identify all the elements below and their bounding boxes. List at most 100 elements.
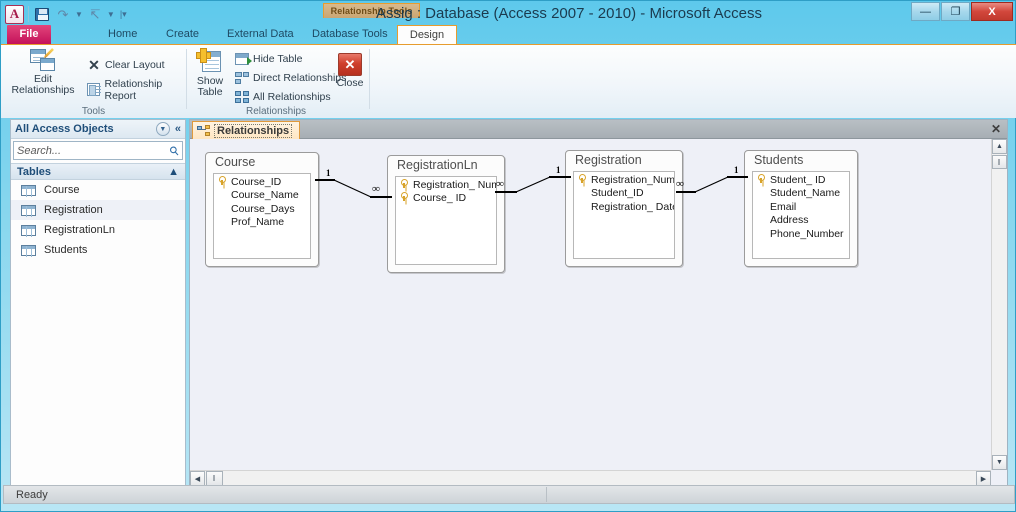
ribbon-group-tools-label: Tools: [81, 106, 106, 117]
scrollbar-corner: [991, 470, 1007, 486]
ribbon: Edit Relationships ✕ Clear Layout Relati…: [1, 44, 1016, 118]
sidebar-item-students[interactable]: Students: [11, 240, 185, 260]
direct-relationships-icon: [235, 71, 249, 84]
tab-external-data[interactable]: External Data: [220, 25, 301, 44]
maximize-button[interactable]: ❐: [941, 2, 970, 21]
relationships-canvas[interactable]: Course Course_ID Course_Name Course_Days…: [190, 139, 991, 470]
ribbon-group-divider-2: [369, 49, 370, 109]
collapse-pane-icon[interactable]: «: [175, 123, 181, 135]
search-input[interactable]: Search... ⚲: [13, 141, 183, 160]
clear-layout-label: Clear Layout: [105, 58, 165, 71]
field-label: Course_ ID: [413, 192, 467, 205]
scroll-down-button[interactable]: ▼: [992, 455, 1007, 470]
diagram-table-students[interactable]: Students Student_ ID Student_Name Email …: [744, 150, 858, 267]
tab-home[interactable]: Home: [101, 25, 144, 44]
cardinality-one-label: 1: [734, 165, 739, 175]
relationship-line-course-registrationln[interactable]: 1 ∞: [315, 168, 393, 205]
relationship-report-button[interactable]: Relationship Report: [87, 78, 186, 102]
diagram-field: Email: [753, 200, 849, 214]
status-text: Ready: [16, 488, 48, 501]
diagram-field: Registration_Numb: [574, 173, 674, 187]
tab-create[interactable]: Create: [159, 25, 206, 44]
tab-file[interactable]: File: [7, 25, 51, 44]
field-label: Phone_Number: [770, 227, 844, 240]
diagram-table-fields: Registration_Numb Student_ID Registratio…: [573, 171, 675, 259]
window-title: Assig : Database (Access 2007 - 2010) - …: [376, 5, 762, 22]
status-divider: [545, 487, 547, 502]
diagram-field: Address: [753, 214, 849, 228]
ribbon-group-tools: Edit Relationships ✕ Clear Layout Relati…: [1, 45, 186, 119]
all-relationships-label: All Relationships: [253, 90, 331, 103]
close-window-button[interactable]: X: [971, 2, 1013, 21]
vertical-scroll-thumb[interactable]: ‖: [992, 155, 1007, 169]
diagram-table-registration[interactable]: Registration Registration_Numb Student_I…: [565, 150, 683, 267]
diagram-table-registrationln[interactable]: RegistrationLn Registration_ Numb Course…: [387, 155, 505, 273]
hide-table-button[interactable]: Hide Table: [235, 51, 302, 66]
table-icon: [21, 204, 36, 217]
hide-table-icon: [235, 52, 252, 65]
nav-group-tables[interactable]: Tables ▲: [11, 163, 185, 180]
close-red-icon: ✕: [338, 53, 362, 76]
diagram-table-title: RegistrationLn: [397, 158, 478, 172]
tab-relationships[interactable]: Relationships: [192, 121, 301, 139]
vertical-scrollbar[interactable]: ▲ ‖ ▼: [991, 139, 1007, 470]
navigation-pane-title: All Access Objects: [15, 123, 114, 135]
minimize-button[interactable]: —: [911, 2, 940, 21]
field-label: Course_Days: [231, 202, 295, 215]
cardinality-many-label: ∞: [496, 178, 504, 190]
sidebar-item-registration[interactable]: Registration: [11, 200, 185, 220]
all-relationships-button[interactable]: All Relationships: [235, 89, 331, 104]
relationships-icon: [197, 125, 210, 136]
edit-relationships-label-line2: Relationships: [11, 84, 75, 96]
close-relationships-button[interactable]: ✕ Close: [327, 53, 373, 89]
show-table-button[interactable]: Show Table: [187, 48, 233, 98]
close-document-icon[interactable]: ✕: [991, 122, 1001, 136]
chevron-up-icon[interactable]: ▲: [168, 166, 179, 178]
scroll-up-button[interactable]: ▲: [992, 139, 1007, 154]
show-table-icon: [196, 48, 224, 74]
edit-relationships-icon: [30, 48, 56, 72]
relationship-line-registration-students[interactable]: ∞ 1: [676, 165, 748, 200]
field-label: Email: [770, 200, 797, 213]
ribbon-group-relationships: Show Table Hide Table Direct Relationshi…: [187, 45, 369, 119]
diagram-table-title: Registration: [575, 153, 642, 167]
diagram-table-fields: Course_ID Course_Name Course_Days Prof_N…: [213, 173, 311, 259]
sidebar-item-registrationln[interactable]: RegistrationLn: [11, 220, 185, 240]
tab-database-tools[interactable]: Database Tools: [305, 25, 395, 44]
horizontal-scroll-thumb[interactable]: ‖: [206, 471, 223, 486]
relationship-line-registrationln-registration[interactable]: ∞ 1: [495, 165, 571, 200]
diagram-field: Course_ID: [214, 175, 310, 189]
close-relationships-label: Close: [336, 77, 364, 89]
clear-layout-icon: ✕: [88, 56, 100, 73]
table-icon: [21, 244, 36, 257]
diagram-table-fields: Registration_ Numb Course_ ID: [395, 176, 497, 265]
horizontal-scrollbar[interactable]: ◀ ‖ ▶: [190, 470, 991, 486]
cardinality-one-label: 1: [326, 168, 331, 178]
navigation-pane-header: All Access Objects ▼ «: [11, 120, 185, 139]
diagram-field: Course_Name: [214, 189, 310, 203]
sidebar-item-course[interactable]: Course: [11, 180, 185, 200]
diagram-table-course[interactable]: Course Course_ID Course_Name Course_Days…: [205, 152, 319, 267]
relationship-connector-svg: [333, 179, 372, 198]
scroll-right-button[interactable]: ▶: [976, 471, 991, 486]
title-bar: A ↷ ▼ ↸ ▼ |▾ Relationship Tools Assig : …: [1, 1, 1016, 27]
primary-key-icon: [577, 173, 586, 183]
diagram-table-title: Course: [215, 155, 256, 169]
nav-group-label: Tables: [17, 165, 52, 178]
table-icon: [21, 224, 36, 237]
clear-layout-button[interactable]: ✕ Clear Layout: [87, 56, 165, 73]
tab-design[interactable]: Design: [397, 25, 457, 45]
chevron-down-icon[interactable]: ▼: [155, 122, 170, 136]
document-area: Relationships ✕ Course Course_ID Course_…: [189, 119, 1008, 487]
edit-relationships-button[interactable]: Edit Relationships: [4, 48, 82, 96]
ribbon-group-relationships-label: Relationships: [245, 106, 307, 117]
field-label: Student_ ID: [770, 173, 826, 186]
primary-key-icon: [399, 178, 408, 188]
field-label: Course_ID: [231, 175, 282, 188]
field-label: Course_Name: [231, 189, 299, 202]
relationship-report-icon: [87, 83, 102, 96]
scroll-left-button[interactable]: ◀: [190, 471, 205, 486]
field-label: Registration_Numb: [591, 173, 675, 186]
sidebar-item-label: Students: [44, 244, 88, 256]
diagram-field: Registration_ Date: [574, 200, 674, 214]
